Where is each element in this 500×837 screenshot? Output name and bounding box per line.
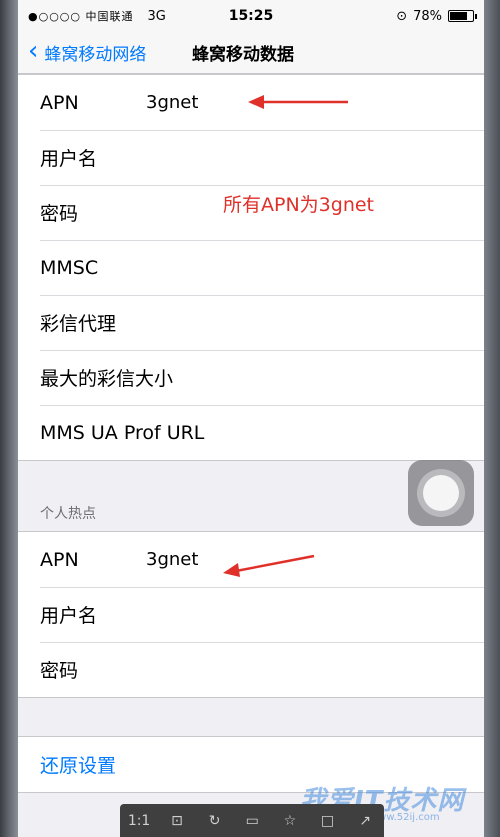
save-icon[interactable]: ▭ xyxy=(241,810,263,832)
mms-max-size-row[interactable]: 最大的彩信大小 xyxy=(18,350,484,405)
assistive-touch-button[interactable] xyxy=(408,460,474,526)
row-label: 用户名 xyxy=(40,148,98,170)
row-label: 密码 xyxy=(40,203,79,225)
row-label: APN xyxy=(40,91,79,114)
row-label: MMSC xyxy=(40,256,99,279)
hotspot-username-row[interactable]: 用户名 xyxy=(18,587,484,642)
row-label: 彩信代理 xyxy=(40,313,117,335)
row-label: 用户名 xyxy=(40,605,98,627)
mmsc-row[interactable]: MMSC xyxy=(18,240,484,295)
row-label: 密码 xyxy=(40,660,79,682)
battery-icon xyxy=(448,10,477,22)
nav-bar: ‹ 蜂窝移动网络 蜂窝移动数据 xyxy=(18,32,484,74)
battery-fill xyxy=(450,12,468,20)
chevron-left-icon: ‹ xyxy=(28,36,39,66)
row-label: 最大的彩信大小 xyxy=(40,368,174,390)
mms-ua-prof-url-row[interactable]: MMS UA Prof URL xyxy=(18,405,484,460)
favorite-icon[interactable]: ☆ xyxy=(279,810,301,832)
annotation-text: 所有APN为3gnet xyxy=(223,194,374,216)
rotate-icon[interactable]: ↻ xyxy=(204,810,226,832)
battery-percent: 78% xyxy=(413,8,442,24)
row-label: MMS UA Prof URL xyxy=(40,421,205,444)
cellular-data-group: APN 3gnet 用户名 密码 MMSC 彩信代理 最大的彩信大小 MMS U… xyxy=(18,74,484,461)
fit-screen-icon[interactable]: ⊡ xyxy=(166,810,188,832)
phone-screen: ●○○○○ 中国联通 3G 15:25 ⊙ 78% ‹ 蜂窝移动网络 蜂窝移动数… xyxy=(18,0,484,837)
fullscreen-icon[interactable]: □ xyxy=(316,810,338,832)
zoom-actual-size-button[interactable]: 1:1 xyxy=(128,810,151,832)
back-button[interactable]: ‹ 蜂窝移动网络 xyxy=(18,36,147,66)
share-icon[interactable]: ↗ xyxy=(354,810,376,832)
page-title: 蜂窝移动数据 xyxy=(192,45,294,65)
row-label: APN xyxy=(40,548,79,571)
hotspot-apn-field[interactable]: 3gnet xyxy=(146,549,198,570)
window-frame-right xyxy=(484,0,500,837)
apn-field[interactable]: 3gnet xyxy=(146,92,198,113)
mms-proxy-row[interactable]: 彩信代理 xyxy=(18,295,484,350)
annotation-arrow-icon xyxy=(248,95,348,109)
username-row[interactable]: 用户名 xyxy=(18,130,484,185)
window-frame-left xyxy=(0,0,18,837)
hotspot-password-row[interactable]: 密码 xyxy=(18,642,484,697)
status-bar: ●○○○○ 中国联通 3G 15:25 ⊙ 78% xyxy=(18,0,484,32)
rotation-lock-icon: ⊙ xyxy=(396,8,408,24)
image-viewer-toolbar: 1:1 ⊡ ↻ ▭ ☆ □ ↗ xyxy=(120,804,384,837)
annotation-arrow-icon xyxy=(223,554,315,577)
back-label: 蜂窝移动网络 xyxy=(44,45,147,65)
